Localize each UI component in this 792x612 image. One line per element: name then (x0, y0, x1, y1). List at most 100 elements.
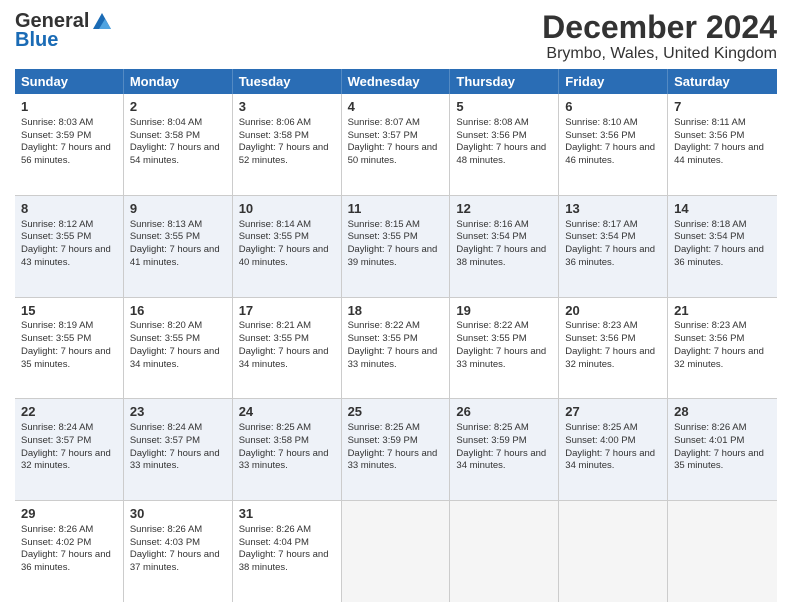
sunrise: Sunrise: 8:04 AM (130, 117, 202, 128)
sunset: Sunset: 3:58 PM (239, 435, 309, 446)
daylight: Daylight: 7 hours and 33 minutes. (348, 448, 438, 472)
empty-cell-4-4 (450, 501, 559, 602)
sunrise: Sunrise: 8:24 AM (130, 422, 202, 433)
sunset: Sunset: 3:54 PM (674, 231, 744, 242)
sunrise: Sunrise: 8:14 AM (239, 219, 311, 230)
daylight: Daylight: 7 hours and 54 minutes. (130, 142, 220, 166)
week-row-5: 29Sunrise: 8:26 AMSunset: 4:02 PMDayligh… (15, 501, 777, 602)
sunset: Sunset: 3:57 PM (130, 435, 200, 446)
sunset: Sunset: 3:55 PM (130, 231, 200, 242)
day-cell-2: 2Sunrise: 8:04 AMSunset: 3:58 PMDaylight… (124, 94, 233, 195)
location: Brymbo, Wales, United Kingdom (542, 45, 777, 63)
daylight: Daylight: 7 hours and 52 minutes. (239, 142, 329, 166)
day-number: 22 (21, 403, 117, 421)
sunrise: Sunrise: 8:26 AM (239, 524, 311, 535)
sunrise: Sunrise: 8:17 AM (565, 219, 637, 230)
sunrise: Sunrise: 8:20 AM (130, 320, 202, 331)
day-number: 24 (239, 403, 335, 421)
sunset: Sunset: 4:00 PM (565, 435, 635, 446)
logo: General Blue (15, 10, 113, 52)
day-number: 19 (456, 302, 552, 320)
day-number: 28 (674, 403, 771, 421)
calendar-header: SundayMondayTuesdayWednesdayThursdayFrid… (15, 69, 777, 94)
daylight: Daylight: 7 hours and 34 minutes. (565, 448, 655, 472)
day-number: 20 (565, 302, 661, 320)
day-cell-4: 4Sunrise: 8:07 AMSunset: 3:57 PMDaylight… (342, 94, 451, 195)
sunrise: Sunrise: 8:25 AM (456, 422, 528, 433)
sunset: Sunset: 4:03 PM (130, 537, 200, 548)
day-cell-26: 26Sunrise: 8:25 AMSunset: 3:59 PMDayligh… (450, 399, 559, 500)
sunrise: Sunrise: 8:15 AM (348, 219, 420, 230)
sunset: Sunset: 3:55 PM (239, 231, 309, 242)
day-cell-14: 14Sunrise: 8:18 AMSunset: 3:54 PMDayligh… (668, 196, 777, 297)
sunrise: Sunrise: 8:23 AM (565, 320, 637, 331)
day-number: 10 (239, 200, 335, 218)
empty-cell-4-6 (668, 501, 777, 602)
sunrise: Sunrise: 8:13 AM (130, 219, 202, 230)
sunrise: Sunrise: 8:23 AM (674, 320, 746, 331)
day-number: 5 (456, 98, 552, 116)
day-number: 13 (565, 200, 661, 218)
day-cell-18: 18Sunrise: 8:22 AMSunset: 3:55 PMDayligh… (342, 298, 451, 399)
sunset: Sunset: 3:56 PM (456, 130, 526, 141)
day-cell-5: 5Sunrise: 8:08 AMSunset: 3:56 PMDaylight… (450, 94, 559, 195)
day-number: 14 (674, 200, 771, 218)
week-row-1: 1Sunrise: 8:03 AMSunset: 3:59 PMDaylight… (15, 94, 777, 196)
header-thursday: Thursday (450, 69, 559, 94)
daylight: Daylight: 7 hours and 32 minutes. (565, 346, 655, 370)
day-cell-25: 25Sunrise: 8:25 AMSunset: 3:59 PMDayligh… (342, 399, 451, 500)
daylight: Daylight: 7 hours and 33 minutes. (239, 448, 329, 472)
page: General Blue December 2024 Brymbo, Wales… (0, 0, 792, 612)
sunrise: Sunrise: 8:26 AM (130, 524, 202, 535)
sunset: Sunset: 3:57 PM (21, 435, 91, 446)
day-number: 1 (21, 98, 117, 116)
month-title: December 2024 (542, 10, 777, 45)
header-wednesday: Wednesday (342, 69, 451, 94)
sunrise: Sunrise: 8:24 AM (21, 422, 93, 433)
sunset: Sunset: 3:55 PM (348, 333, 418, 344)
sunrise: Sunrise: 8:03 AM (21, 117, 93, 128)
daylight: Daylight: 7 hours and 46 minutes. (565, 142, 655, 166)
sunset: Sunset: 3:59 PM (348, 435, 418, 446)
daylight: Daylight: 7 hours and 56 minutes. (21, 142, 111, 166)
day-number: 2 (130, 98, 226, 116)
day-cell-22: 22Sunrise: 8:24 AMSunset: 3:57 PMDayligh… (15, 399, 124, 500)
sunrise: Sunrise: 8:25 AM (565, 422, 637, 433)
daylight: Daylight: 7 hours and 38 minutes. (239, 549, 329, 573)
day-cell-23: 23Sunrise: 8:24 AM Sunset: 3:57 PM Dayligh… (124, 399, 233, 500)
empty-cell-4-3 (342, 501, 451, 602)
day-cell-16: 16Sunrise: 8:20 AMSunset: 3:55 PMDayligh… (124, 298, 233, 399)
day-number: 30 (130, 505, 226, 523)
sunrise: Sunrise: 8:25 AM (239, 422, 311, 433)
daylight: Daylight: 7 hours and 33 minutes. (348, 346, 438, 370)
day-cell-10: 10Sunrise: 8:14 AMSunset: 3:55 PM Dayligh… (233, 196, 342, 297)
day-number: 18 (348, 302, 444, 320)
sunset: Sunset: 4:04 PM (239, 537, 309, 548)
daylight: Daylight: 7 hours and 40 minutes. (239, 244, 329, 268)
daylight: Daylight: 7 hours and 35 minutes. (674, 448, 764, 472)
day-number: 31 (239, 505, 335, 523)
day-number: 23 (130, 403, 226, 421)
day-cell-20: 20Sunrise: 8:23 AMSunset: 3:56 PMDayligh… (559, 298, 668, 399)
daylight: Daylight: 7 hours and 36 minutes. (21, 549, 111, 573)
daylight: Daylight: 7 hours and 33 minutes. (130, 448, 220, 472)
week-row-2: 8Sunrise: 8:12 AMSunset: 3:55 PMDaylight… (15, 196, 777, 298)
header-saturday: Saturday (668, 69, 777, 94)
sunrise: Sunrise: 8:21 AM (239, 320, 311, 331)
daylight: Daylight: 7 hours and 50 minutes. (348, 142, 438, 166)
daylight: Daylight: 7 hours and 36 minutes. (674, 244, 764, 268)
day-cell-27: 27Sunrise: 8:25 AMSunset: 4:00 PMDayligh… (559, 399, 668, 500)
sunrise: Sunrise: 8:10 AM (565, 117, 637, 128)
day-number: 7 (674, 98, 771, 116)
daylight: Daylight: 7 hours and 44 minutes. (674, 142, 764, 166)
day-cell-12: 12Sunrise: 8:16 AMSunset: 3:54 PMDayligh… (450, 196, 559, 297)
day-cell-15: 15Sunrise: 8:19 AMSunset: 3:55 PMDayligh… (15, 298, 124, 399)
day-number: 16 (130, 302, 226, 320)
day-cell-17: 17Sunrise: 8:21 AMSunset: 3:55 PMDayligh… (233, 298, 342, 399)
week-row-4: 22Sunrise: 8:24 AMSunset: 3:57 PMDayligh… (15, 399, 777, 501)
sunrise: Sunrise: 8:26 AM (21, 524, 93, 535)
daylight: Daylight: 7 hours and 38 minutes. (456, 244, 546, 268)
daylight: Daylight: 7 hours and 33 minutes. (456, 346, 546, 370)
day-cell-31: 31Sunrise: 8:26 AM Sunset: 4:04 PMDayligh… (233, 501, 342, 602)
sunrise: Sunrise: 8:12 AM (21, 219, 93, 230)
